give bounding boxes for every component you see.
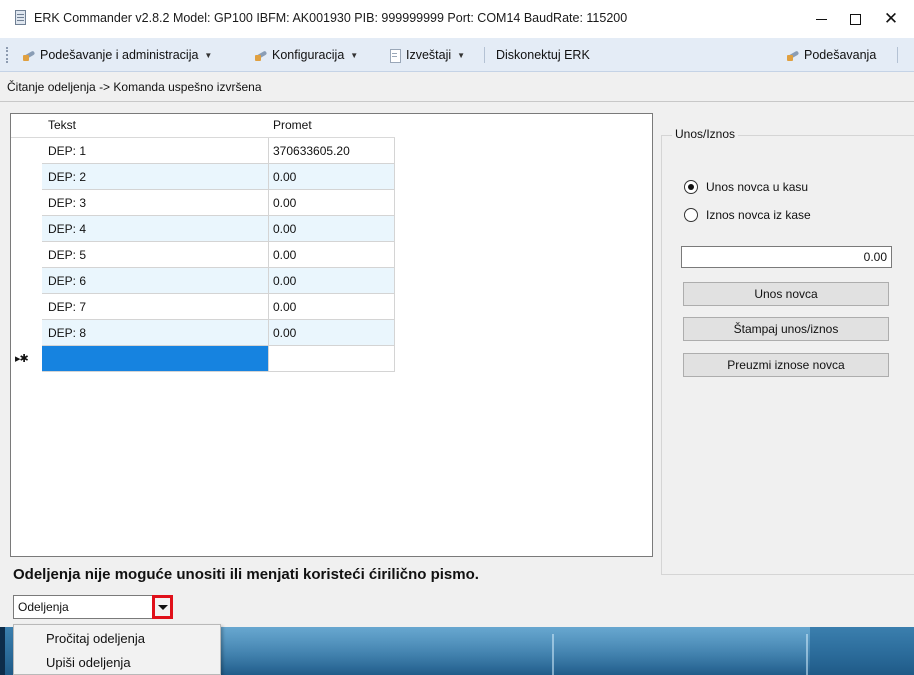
cell-promet[interactable]: 0.00 — [269, 164, 395, 190]
preuzmi-iznose-novca-button[interactable]: Preuzmi iznose novca — [683, 353, 889, 377]
taskbar-highlight — [220, 627, 560, 675]
taskbar-highlight — [560, 627, 810, 675]
menu-label: Podešavanje i administracija — [40, 48, 199, 62]
cell-promet[interactable]: 0.00 — [269, 294, 395, 320]
amount-input[interactable] — [681, 246, 892, 268]
odeljenja-dropdown-menu: Pročitaj odeljenja Upiši odeljenja — [13, 624, 221, 675]
cell-tekst[interactable]: DEP: 5 — [42, 242, 269, 268]
stampaj-unos-iznos-button[interactable]: Štampaj unos/iznos — [683, 317, 889, 341]
menu-izvestaji[interactable]: Izveštaji ▼ — [388, 46, 465, 64]
new-row-marker-icon[interactable]: ▸✱ — [11, 346, 42, 372]
cell-tekst[interactable]: DEP: 4 — [42, 216, 269, 242]
app-document-icon — [12, 10, 28, 26]
cyrillic-warning: Odeljenja nije moguće unositi ili menjat… — [13, 566, 479, 583]
table-row[interactable]: DEP: 5 0.00 — [11, 242, 395, 268]
cell-promet[interactable]: 0.00 — [269, 216, 395, 242]
column-header-tekst[interactable]: Tekst — [42, 114, 269, 137]
cell-promet[interactable]: 0.00 — [269, 268, 395, 294]
row-header[interactable] — [11, 190, 42, 216]
table-row[interactable]: DEP: 3 0.00 — [11, 190, 395, 216]
cell-tekst[interactable]: DEP: 6 — [42, 268, 269, 294]
table-row[interactable]: DEP: 4 0.00 — [11, 216, 395, 242]
unos-novca-button[interactable]: Unos novca — [683, 282, 889, 306]
chevron-down-icon — [157, 604, 168, 610]
row-header[interactable] — [11, 320, 42, 346]
table-row[interactable]: DEP: 7 0.00 — [11, 294, 395, 320]
menu-separator — [484, 47, 485, 63]
row-header[interactable] — [11, 138, 42, 164]
departments-grid[interactable]: Tekst Promet DEP: 1 370633605.20 DEP: 2 … — [10, 113, 653, 557]
menu-label: Konfiguracija — [272, 48, 345, 62]
cell-promet[interactable] — [269, 346, 395, 372]
cell-promet[interactable]: 370633605.20 — [269, 138, 395, 164]
document-icon — [388, 49, 402, 63]
menu-grip[interactable] — [6, 47, 8, 63]
menu-separator — [897, 47, 898, 63]
taskbar-divider — [806, 634, 808, 675]
radio-label: Iznos novca iz kase — [706, 208, 811, 222]
row-header[interactable] — [11, 294, 42, 320]
radio-iznos-novca[interactable]: Iznos novca iz kase — [684, 207, 811, 223]
menu-konfiguracija[interactable]: Konfiguracija ▼ — [254, 46, 358, 64]
menu-strip: Podešavanje i administracija ▼ Konfigura… — [0, 38, 914, 72]
radio-label: Unos novca u kasu — [706, 180, 809, 194]
row-header[interactable] — [11, 164, 42, 190]
divider — [0, 101, 914, 102]
cell-promet[interactable]: 0.00 — [269, 190, 395, 216]
menu-podesavanje-administracija[interactable]: Podešavanje i administracija ▼ — [22, 46, 212, 64]
odeljenja-combobox[interactable]: Odeljenja — [13, 595, 173, 619]
row-header[interactable] — [11, 268, 42, 294]
taskbar-edge — [0, 627, 5, 675]
cell-promet[interactable]: 0.00 — [269, 242, 395, 268]
row-header[interactable] — [11, 216, 42, 242]
menu-item-procitaj-odeljenja[interactable]: Pročitaj odeljenja — [14, 627, 220, 651]
cell-tekst-selected[interactable] — [42, 346, 269, 372]
table-row[interactable]: DEP: 2 0.00 — [11, 164, 395, 190]
close-icon: ✕ — [883, 8, 899, 29]
cell-tekst[interactable]: DEP: 8 — [42, 320, 269, 346]
cell-tekst[interactable]: DEP: 7 — [42, 294, 269, 320]
radio-unchecked-icon[interactable] — [684, 208, 698, 222]
caret-down-icon: ▼ — [350, 50, 359, 60]
status-message: Čitanje odeljenja -> Komanda uspešno izv… — [7, 80, 262, 94]
tools-icon — [786, 49, 800, 61]
groupbox-legend: Unos/Iznos — [672, 127, 739, 141]
row-header-corner[interactable] — [11, 114, 42, 137]
cell-tekst[interactable]: DEP: 3 — [42, 190, 269, 216]
cell-tekst[interactable]: DEP: 1 — [42, 138, 269, 164]
table-row[interactable]: DEP: 6 0.00 — [11, 268, 395, 294]
caret-down-icon: ▼ — [204, 50, 213, 60]
tools-icon — [254, 49, 268, 61]
menu-podesavanja[interactable]: Podešavanja — [786, 46, 876, 64]
menu-label: Diskonektuj ERK — [496, 48, 590, 62]
caret-down-icon: ▼ — [457, 50, 466, 60]
window-title: ERK Commander v2.8.2 Model: GP100 IBFM: … — [34, 11, 628, 25]
menu-item-upisi-odeljenja[interactable]: Upiši odeljenja — [14, 651, 220, 675]
radio-unos-novca[interactable]: Unos novca u kasu — [684, 179, 808, 195]
table-row[interactable]: DEP: 8 0.00 — [11, 320, 395, 346]
row-header[interactable] — [11, 242, 42, 268]
taskbar-divider — [552, 634, 554, 675]
cell-tekst[interactable]: DEP: 2 — [42, 164, 269, 190]
cell-promet[interactable]: 0.00 — [269, 320, 395, 346]
menu-label: Podešavanja — [804, 48, 877, 62]
column-header-promet[interactable]: Promet — [269, 114, 395, 137]
combobox-value: Odeljenja — [18, 600, 69, 614]
menu-diskonektuj-erk[interactable]: Diskonektuj ERK — [496, 46, 590, 64]
combobox-dropdown-button[interactable] — [152, 595, 173, 619]
menu-label: Izveštaji — [406, 48, 452, 62]
tools-icon — [22, 49, 36, 61]
close-button[interactable]: ✕ — [868, 0, 914, 38]
new-row[interactable]: ▸✱ — [11, 346, 395, 372]
table-row[interactable]: DEP: 1 370633605.20 — [11, 138, 395, 164]
minimize-icon — [815, 18, 827, 20]
title-bar: ERK Commander v2.8.2 Model: GP100 IBFM: … — [0, 0, 914, 38]
maximize-icon — [849, 13, 861, 25]
radio-checked-icon[interactable] — [684, 180, 698, 194]
